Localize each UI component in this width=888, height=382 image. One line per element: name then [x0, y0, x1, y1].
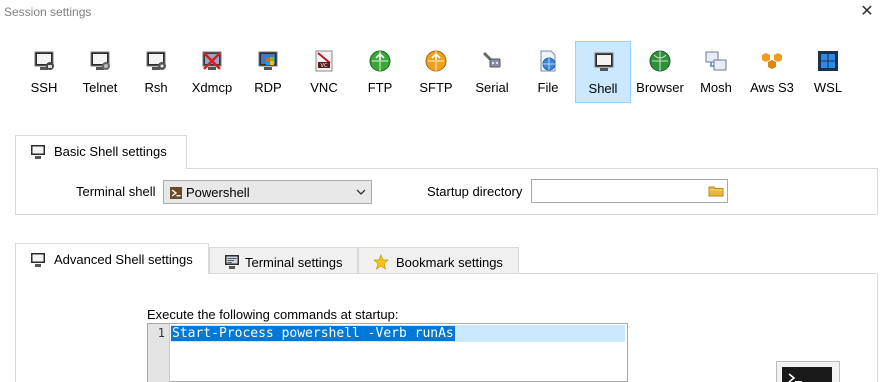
- startup-directory-label: Startup directory: [427, 184, 523, 199]
- tab-basic-shell-settings[interactable]: Basic Shell settings: [15, 135, 187, 169]
- session-type-shell[interactable]: Shell: [575, 41, 631, 103]
- session-type-mosh[interactable]: Mosh: [688, 41, 744, 103]
- terminal-shell-value: Powershell: [186, 185, 250, 200]
- session-type-wsl[interactable]: WSL: [800, 41, 856, 103]
- tab-terminal-settings[interactable]: Terminal settings: [209, 247, 358, 274]
- session-type-telnet[interactable]: Telnet: [72, 41, 128, 103]
- session-type-label: SFTP: [419, 80, 453, 95]
- session-type-browser[interactable]: Browser: [632, 41, 688, 103]
- session-type-label: Xdmcp: [191, 80, 233, 95]
- console-button[interactable]: [776, 361, 840, 382]
- rdp-icon: [256, 49, 280, 73]
- session-type-vnc[interactable]: VC VNC: [296, 41, 352, 103]
- close-button[interactable]: ✕: [856, 3, 878, 21]
- browser-icon: [648, 49, 672, 73]
- ssh-icon: [32, 49, 56, 73]
- session-type-sftp[interactable]: SFTP: [408, 41, 464, 103]
- session-type-label: VNC: [310, 80, 338, 95]
- startup-directory-input[interactable]: [531, 179, 728, 203]
- star-icon: [373, 254, 389, 270]
- terminal-icon: [30, 144, 46, 160]
- file-icon: [536, 49, 560, 73]
- window-title: Session settings: [4, 5, 92, 19]
- session-type-label: Rsh: [144, 80, 168, 95]
- tab-label: Advanced Shell settings: [54, 252, 193, 267]
- session-type-rsh[interactable]: Rsh: [128, 41, 184, 103]
- xdmcp-icon: [200, 49, 224, 73]
- tab-label: Terminal settings: [245, 255, 343, 270]
- aws-s3-icon: [760, 49, 784, 73]
- terminal-icon: [30, 252, 46, 268]
- line-number-gutter: 1: [148, 324, 170, 382]
- session-type-label: Mosh: [700, 80, 732, 95]
- tab-advanced-shell-settings[interactable]: Advanced Shell settings: [15, 243, 209, 274]
- session-type-label: File: [537, 80, 559, 95]
- session-type-label: Serial: [475, 80, 509, 95]
- session-type-ssh[interactable]: SSH: [16, 41, 72, 103]
- terminal-shell-label: Terminal shell: [76, 184, 156, 199]
- telnet-icon: [88, 49, 112, 73]
- rsh-icon: [144, 49, 168, 73]
- chevron-down-icon: [356, 187, 366, 197]
- console-icon: [782, 367, 832, 382]
- mosh-icon: [704, 49, 728, 73]
- startup-commands-label: Execute the following commands at startu…: [147, 307, 399, 322]
- svg-text:VC: VC: [321, 63, 328, 69]
- terminal-settings-icon: [224, 254, 240, 270]
- shell-icon: [592, 50, 616, 74]
- session-type-label: Shell: [588, 81, 618, 96]
- serial-icon: [480, 49, 504, 73]
- startup-commands-editor[interactable]: 1 Start-Process powershell -Verb runAs: [147, 323, 628, 382]
- session-type-label: Aws S3: [750, 80, 794, 95]
- vnc-icon: VC: [312, 49, 336, 73]
- tab-bookmark-settings[interactable]: Bookmark settings: [358, 247, 519, 274]
- session-type-label: Telnet: [82, 80, 118, 95]
- session-type-file[interactable]: File: [520, 41, 576, 103]
- terminal-shell-select[interactable]: Powershell: [163, 180, 372, 204]
- session-type-label: RDP: [254, 80, 282, 95]
- wsl-icon: [816, 49, 840, 73]
- powershell-icon: [168, 185, 184, 201]
- session-type-aws-s3[interactable]: Aws S3: [744, 41, 800, 103]
- session-type-label: Browser: [636, 80, 684, 95]
- session-type-label: WSL: [813, 80, 843, 95]
- session-type-rdp[interactable]: RDP: [240, 41, 296, 103]
- title-bar: Session settings ✕: [0, 0, 888, 26]
- line-number: 1: [157, 326, 165, 340]
- code-line[interactable]: Start-Process powershell -Verb runAs: [171, 325, 625, 342]
- sftp-icon: [424, 49, 448, 73]
- tab-label: Bookmark settings: [396, 255, 503, 270]
- tab-label: Basic Shell settings: [54, 144, 167, 159]
- folder-icon[interactable]: [708, 183, 724, 199]
- session-type-serial[interactable]: Serial: [464, 41, 520, 103]
- selected-command-text: Start-Process powershell -Verb runAs: [171, 326, 455, 341]
- session-type-label: FTP: [367, 80, 393, 95]
- session-type-label: SSH: [30, 80, 58, 95]
- session-type-ftp[interactable]: FTP: [352, 41, 408, 103]
- session-type-xdmcp[interactable]: Xdmcp: [184, 41, 240, 103]
- ftp-icon: [368, 49, 392, 73]
